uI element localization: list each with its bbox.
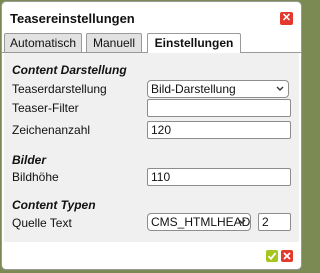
- chevron-down-icon: [276, 86, 284, 91]
- dialog-title: Teasereinstellungen: [10, 11, 135, 26]
- zeichenanzahl-input[interactable]: [147, 121, 291, 139]
- close-icon: [283, 252, 291, 260]
- quelle-text-count-input[interactable]: [258, 213, 291, 231]
- zeichenanzahl-label: Zeichenanzahl: [12, 123, 91, 137]
- section-heading-content-typen: Content Typen: [12, 198, 96, 212]
- teaserdarstellung-label: Teaserdarstellung: [12, 82, 107, 96]
- cancel-button[interactable]: [281, 250, 293, 262]
- section-heading-content-darstellung: Content Darstellung: [12, 63, 127, 77]
- settings-panel: Content Darstellung Teaserdarstellung Bi…: [4, 53, 299, 242]
- close-icon: ✕: [281, 12, 292, 24]
- tab-einstellungen[interactable]: Einstellungen: [147, 33, 241, 53]
- dialog-footer: [2, 242, 301, 269]
- teaser-settings-dialog: Teasereinstellungen ✕ Automatisch Manuel…: [1, 1, 302, 270]
- quelle-text-label: Quelle Text: [12, 216, 72, 230]
- quelle-text-select[interactable]: CMS_HTMLHEAD: [147, 213, 251, 231]
- ok-button[interactable]: [266, 250, 278, 262]
- close-button[interactable]: ✕: [280, 12, 293, 25]
- teaser-filter-input[interactable]: [147, 99, 291, 117]
- bildhoehe-label: Bildhöhe: [12, 170, 59, 184]
- tab-bar: Automatisch Manuell Einstellungen: [2, 33, 301, 53]
- chevron-down-icon: [238, 219, 246, 224]
- bildhoehe-input[interactable]: [147, 168, 291, 186]
- tab-automatisch[interactable]: Automatisch: [4, 33, 82, 52]
- tab-manuell[interactable]: Manuell: [86, 33, 142, 52]
- teaser-filter-label: Teaser-Filter: [12, 101, 79, 115]
- check-icon: [267, 252, 277, 261]
- teaserdarstellung-value: Bild-Darstellung: [151, 82, 236, 96]
- section-heading-bilder: Bilder: [12, 153, 47, 167]
- teaserdarstellung-select[interactable]: Bild-Darstellung: [147, 80, 289, 98]
- quelle-text-value: CMS_HTMLHEAD: [151, 215, 251, 229]
